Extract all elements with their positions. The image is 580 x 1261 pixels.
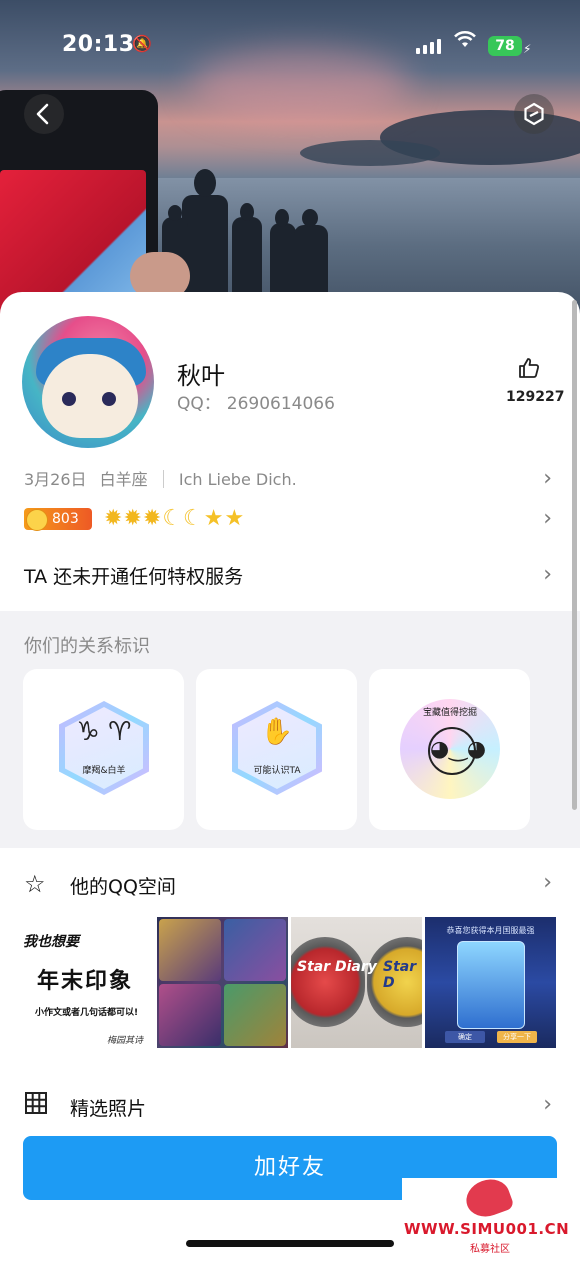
- divider: [162, 470, 164, 488]
- bell-muted-icon: 🔕: [132, 34, 152, 53]
- relation-title: 你们的关系标识: [24, 636, 150, 657]
- home-indicator[interactable]: [186, 1240, 394, 1247]
- level-icons: ✹✹✹☾☾★★: [104, 506, 245, 531]
- watermark: WWW.SIMU001.CN 私募社区: [402, 1173, 580, 1261]
- signature: Ich Liebe Dich.: [178, 470, 297, 489]
- like-count: 129227: [506, 389, 565, 405]
- cellular-signal-icon: [416, 38, 441, 54]
- level-value: 803: [52, 511, 79, 527]
- star-icon: ★: [203, 506, 225, 531]
- featured-photos-row[interactable]: 精选照片 ›: [24, 1092, 556, 1124]
- badge-caption: 宝藏值得挖掘: [422, 708, 477, 718]
- moon-icon: ☾: [183, 506, 204, 531]
- battery-level: 78: [488, 36, 522, 56]
- watermark-logo-icon: [461, 1173, 515, 1223]
- qzone-thumb[interactable]: [157, 917, 288, 1048]
- qzone-thumb[interactable]: 我也想要 年末印象 小作文或者几句话都可以! 梅园其诗: [23, 917, 154, 1048]
- charging-icon: ⚡: [523, 42, 532, 56]
- qzone-thumb[interactable]: Star Diary Star D: [291, 917, 422, 1048]
- sun-icon: ✹: [104, 506, 124, 531]
- thumb-text: 年末印象: [37, 969, 134, 994]
- thumb-text: Star D: [383, 959, 417, 991]
- thumb-text: 梅园其诗: [107, 1036, 144, 1046]
- thumb-text: 分享一下: [497, 1031, 537, 1043]
- coin-icon: [26, 509, 48, 531]
- thumbs-up-icon[interactable]: [517, 356, 541, 386]
- profile-info-row[interactable]: 3月26日 白羊座 Ich Liebe Dich. ›: [24, 466, 556, 494]
- relation-badge-zodiac[interactable]: ♑ ♈ 摩羯&白羊: [23, 669, 184, 830]
- moon-icon: ☾: [162, 506, 184, 531]
- hand-symbol: ✋: [260, 717, 294, 747]
- profile-name: 秋叶: [177, 362, 225, 390]
- star-outline-icon: ☆: [24, 870, 46, 898]
- zodiac-badge-icon: ♑ ♈ 摩羯&白羊: [59, 701, 149, 795]
- status-time: 20:13: [62, 32, 135, 57]
- grid-icon: [24, 1091, 48, 1121]
- thumb-text: 小作文或者几句话都可以!: [35, 1008, 139, 1018]
- thumb-text: Star Diary: [297, 959, 377, 975]
- badge-caption: 可能认识TA: [253, 766, 301, 776]
- chevron-right-icon: ›: [543, 506, 552, 531]
- scrollbar[interactable]: [572, 300, 577, 810]
- hexagon-menu-icon: [524, 102, 544, 126]
- sun-icon: ✹: [142, 506, 163, 531]
- thumb-text: 确定: [445, 1031, 485, 1043]
- chevron-right-icon: ›: [543, 870, 552, 895]
- photos-label: 精选照片: [70, 1098, 147, 1120]
- level-badge: 803: [24, 508, 92, 531]
- qzone-thumb[interactable]: 恭喜您获得本月国服最强 确定 分享一下: [425, 917, 556, 1048]
- smiley-face: ◕‿◕: [428, 727, 486, 775]
- chevron-right-icon: ›: [543, 466, 552, 491]
- more-button[interactable]: [514, 94, 554, 134]
- status-bar: 20:13 🔕 78 ⚡: [0, 30, 580, 64]
- badge-caption: 摩羯&白羊: [82, 766, 126, 776]
- chevron-left-icon: [36, 103, 49, 125]
- back-button[interactable]: [24, 94, 64, 134]
- cloud: [300, 140, 440, 166]
- sun-icon: ✹: [123, 506, 143, 531]
- qzone-row[interactable]: ☆ 他的QQ空间 ›: [24, 870, 556, 902]
- thumb-text: 恭喜您获得本月国服最强: [446, 926, 535, 935]
- relation-badge-treasure[interactable]: 宝藏值得挖掘 ◕‿◕: [369, 669, 530, 830]
- wave-hand-badge-icon: ✋ 可能认识TA: [232, 701, 322, 795]
- qzone-thumbnails: 我也想要 年末印象 小作文或者几句话都可以! 梅园其诗 Star Diary S…: [23, 917, 557, 1048]
- wifi-icon: [454, 30, 476, 54]
- chevron-right-icon: ›: [543, 1092, 552, 1117]
- star-icon: ★: [224, 506, 246, 531]
- watermark-url: WWW.SIMU001.CN: [404, 1220, 570, 1238]
- zodiac: 白羊座: [99, 470, 148, 489]
- qq-number: QQ： 2690614066: [177, 389, 335, 414]
- zodiac-symbols: ♑ ♈: [76, 717, 132, 747]
- qq-value: 2690614066: [226, 394, 335, 414]
- avatar[interactable]: [22, 316, 154, 448]
- smiley-badge-icon: 宝藏值得挖掘 ◕‿◕: [400, 699, 500, 799]
- profile-card: 秋叶 QQ： 2690614066 129227 3月26日 白羊座 Ich Li…: [0, 292, 580, 1261]
- service-text: TA 还未开通任何特权服务: [24, 566, 244, 588]
- thumb-text: 我也想要: [23, 934, 79, 950]
- chevron-right-icon: ›: [543, 562, 552, 587]
- qq-label: QQ：: [177, 394, 221, 414]
- privilege-service-row[interactable]: TA 还未开通任何特权服务 ›: [24, 562, 556, 594]
- relation-badge-may-know[interactable]: ✋ 可能认识TA: [196, 669, 357, 830]
- level-row[interactable]: 803 ✹✹✹☾☾★★ ›: [24, 506, 556, 536]
- watermark-name: 私募社区: [470, 1244, 510, 1255]
- birthday: 3月26日: [24, 470, 87, 489]
- qzone-label: 他的QQ空间: [70, 876, 176, 898]
